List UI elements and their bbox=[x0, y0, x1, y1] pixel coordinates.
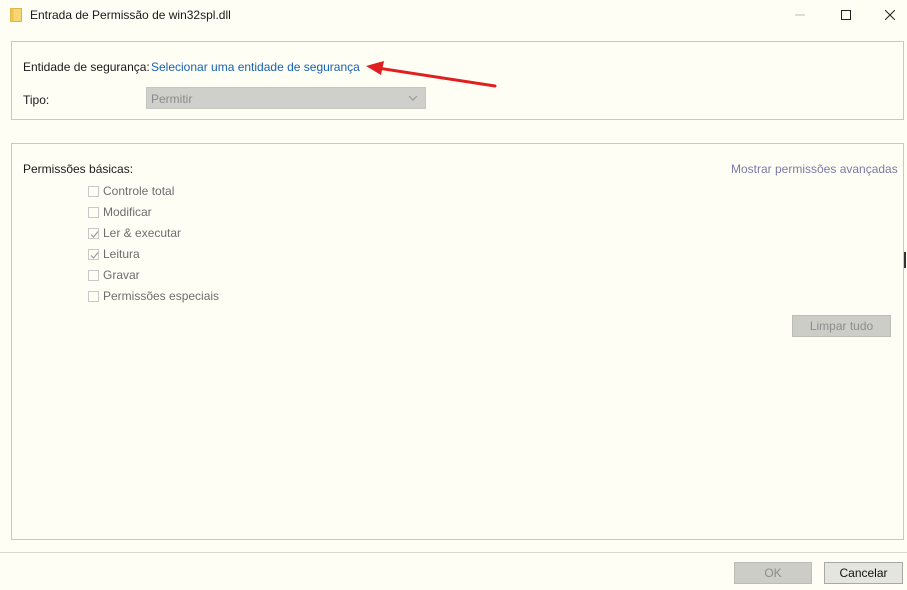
basic-permissions-label: Permissões básicas: bbox=[23, 162, 134, 176]
resize-edge-marker bbox=[904, 252, 906, 268]
close-button[interactable] bbox=[867, 0, 907, 30]
type-select[interactable]: Permitir bbox=[146, 87, 426, 109]
permission-label: Ler & executar bbox=[103, 226, 182, 240]
principal-label: Entidade de segurança: bbox=[23, 60, 150, 74]
permissions-group bbox=[11, 143, 904, 540]
permission-label: Permissões especiais bbox=[103, 289, 220, 303]
permission-label: Leitura bbox=[103, 247, 140, 261]
show-advanced-permissions-link[interactable]: Mostrar permissões avançadas bbox=[731, 162, 898, 176]
checkbox-checked[interactable] bbox=[88, 227, 99, 239]
type-label: Tipo: bbox=[23, 93, 50, 107]
permission-item-full-control[interactable]: Controle total bbox=[88, 183, 174, 199]
permission-item-special[interactable]: Permissões especiais bbox=[88, 288, 219, 304]
type-select-value: Permitir bbox=[151, 92, 193, 106]
maximize-button[interactable] bbox=[823, 0, 869, 30]
cancel-button[interactable]: Cancelar bbox=[824, 562, 903, 584]
window-title: Entrada de Permissão de win32spl.dll bbox=[30, 8, 231, 22]
select-principal-link[interactable]: Selecionar uma entidade de segurança bbox=[151, 60, 360, 74]
checkbox-checked[interactable] bbox=[88, 248, 99, 260]
permission-item-read[interactable]: Leitura bbox=[88, 246, 140, 262]
permission-item-write[interactable]: Gravar bbox=[88, 267, 140, 283]
checkmark-icon bbox=[90, 251, 99, 259]
minimize-button[interactable] bbox=[777, 0, 823, 30]
permission-item-modify[interactable]: Modificar bbox=[88, 204, 152, 220]
annotation-arrow-icon bbox=[366, 61, 497, 88]
clear-all-button[interactable]: Limpar tudo bbox=[792, 315, 891, 337]
permission-label: Modificar bbox=[103, 205, 152, 219]
chevron-down-icon bbox=[407, 92, 419, 104]
permission-label: Gravar bbox=[103, 268, 140, 282]
footer-divider bbox=[0, 552, 907, 553]
permission-item-read-execute[interactable]: Ler & executar bbox=[88, 225, 181, 241]
folder-icon bbox=[10, 8, 22, 22]
permission-label: Controle total bbox=[103, 184, 175, 198]
checkbox[interactable] bbox=[88, 206, 99, 218]
ok-button[interactable]: OK bbox=[734, 562, 812, 584]
title-bar: Entrada de Permissão de win32spl.dll bbox=[0, 0, 907, 30]
checkbox[interactable] bbox=[88, 290, 99, 302]
checkbox[interactable] bbox=[88, 269, 99, 281]
checkmark-icon bbox=[90, 230, 99, 238]
checkbox[interactable] bbox=[88, 185, 99, 197]
